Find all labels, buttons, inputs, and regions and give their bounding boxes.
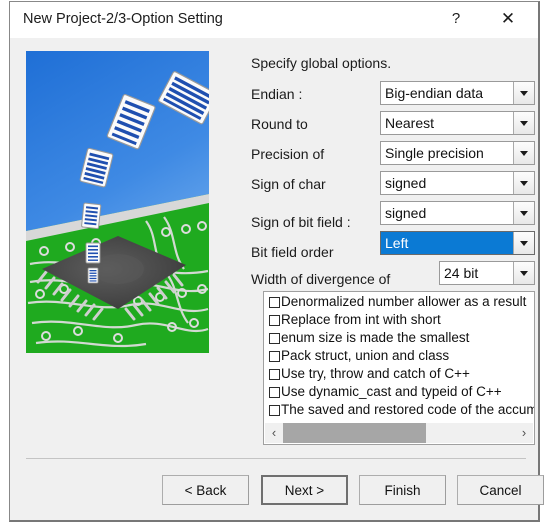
checkbox-icon[interactable] xyxy=(269,332,280,344)
scroll-right-icon[interactable]: › xyxy=(515,423,533,443)
checkbox-icon[interactable] xyxy=(269,368,280,380)
list-item-label: enum size is made the smallest xyxy=(281,330,470,345)
chevron-down-icon[interactable] xyxy=(513,82,534,104)
list-item[interactable]: Pack struct, union and class xyxy=(264,347,534,365)
scrollbar-track[interactable] xyxy=(283,423,515,443)
next-button[interactable]: Next > xyxy=(261,475,348,505)
back-button[interactable]: < Back xyxy=(162,475,249,505)
window-title: New Project-2/3-Option Setting xyxy=(23,11,223,27)
chevron-down-icon[interactable] xyxy=(513,112,534,134)
list-item[interactable]: The saved and restored code of the accum… xyxy=(264,401,534,419)
combo-endian-value: Big-endian data xyxy=(385,85,484,101)
checkbox-icon[interactable] xyxy=(269,350,280,362)
label-bit-field-order: Bit field order xyxy=(251,244,334,260)
combo-round-to-value: Nearest xyxy=(385,115,435,131)
chevron-down-icon[interactable] xyxy=(513,232,534,254)
combo-sign-of-bit-field[interactable]: signed xyxy=(380,201,535,225)
label-sign-of-char: Sign of char xyxy=(251,176,326,192)
chevron-down-icon[interactable] xyxy=(513,172,534,194)
combo-bit-field-order-value: Left xyxy=(381,232,513,254)
close-icon[interactable]: ✕ xyxy=(486,2,530,36)
combo-endian[interactable]: Big-endian data xyxy=(380,81,535,105)
chevron-down-icon[interactable] xyxy=(513,202,534,224)
option-setting-dialog: New Project-2/3-Option Setting ? ✕ Speci… xyxy=(9,1,544,522)
scrollbar-thumb[interactable] xyxy=(283,423,426,443)
combo-width-of-divergence[interactable]: 24 bit xyxy=(439,261,535,285)
chevron-down-icon[interactable] xyxy=(513,262,534,284)
combo-sign-of-char-value: signed xyxy=(385,175,427,191)
label-round-to: Round to xyxy=(251,116,308,132)
list-item[interactable]: Denormalized number allower as a result xyxy=(264,293,534,311)
options-listbox[interactable]: Denormalized number allower as a result … xyxy=(263,291,535,445)
instruction-text: Specify global options. xyxy=(251,55,392,71)
title-bar: New Project-2/3-Option Setting ? ✕ xyxy=(10,2,538,38)
list-item-label: Denormalized number allower as a result xyxy=(281,294,527,309)
combo-precision-of[interactable]: Single precision xyxy=(380,141,535,165)
combo-precision-of-value: Single precision xyxy=(385,145,484,161)
dialog-button-bar: < Back Next > Finish Cancel xyxy=(10,475,544,511)
combo-round-to[interactable]: Nearest xyxy=(380,111,535,135)
label-endian: Endian : xyxy=(251,86,303,102)
list-item-label: Pack struct, union and class xyxy=(281,348,450,363)
list-item-label: Use try, throw and catch of C++ xyxy=(281,366,470,381)
combo-sign-of-char[interactable]: signed xyxy=(380,171,535,195)
list-item-label: Replace from int with short xyxy=(281,312,441,327)
horizontal-scrollbar[interactable]: ‹ › xyxy=(265,423,533,443)
list-item[interactable]: Replace from int with short xyxy=(264,311,534,329)
list-item[interactable]: Use try, throw and catch of C++ xyxy=(264,365,534,383)
combo-width-of-divergence-value: 24 bit xyxy=(444,265,479,281)
label-precision-of: Precision of xyxy=(251,146,325,162)
cancel-button[interactable]: Cancel xyxy=(457,475,544,505)
label-width-of-divergence: Width of divergence of xyxy=(251,271,391,287)
combo-sign-of-bit-field-value: signed xyxy=(385,205,427,221)
finish-button[interactable]: Finish xyxy=(359,475,446,505)
checkbox-icon[interactable] xyxy=(269,296,280,308)
options-list-items: Denormalized number allower as a result … xyxy=(264,293,534,422)
list-item-label: Use dynamic_cast and typeid of C++ xyxy=(281,384,502,399)
list-item-label: The saved and restored code of the accum… xyxy=(281,402,534,417)
help-icon[interactable]: ? xyxy=(434,2,478,36)
footer-divider xyxy=(26,458,526,459)
illustration-image xyxy=(26,51,209,353)
checkbox-icon[interactable] xyxy=(269,314,280,326)
list-item[interactable]: enum size is made the smallest xyxy=(264,329,534,347)
chevron-down-icon[interactable] xyxy=(513,142,534,164)
scroll-left-icon[interactable]: ‹ xyxy=(265,423,283,443)
label-sign-of-bit-field: Sign of bit field : xyxy=(251,214,351,230)
combo-bit-field-order[interactable]: Left xyxy=(380,231,535,255)
list-item[interactable]: Use dynamic_cast and typeid of C++ xyxy=(264,383,534,401)
checkbox-icon[interactable] xyxy=(269,386,280,398)
checkbox-icon[interactable] xyxy=(269,404,280,416)
